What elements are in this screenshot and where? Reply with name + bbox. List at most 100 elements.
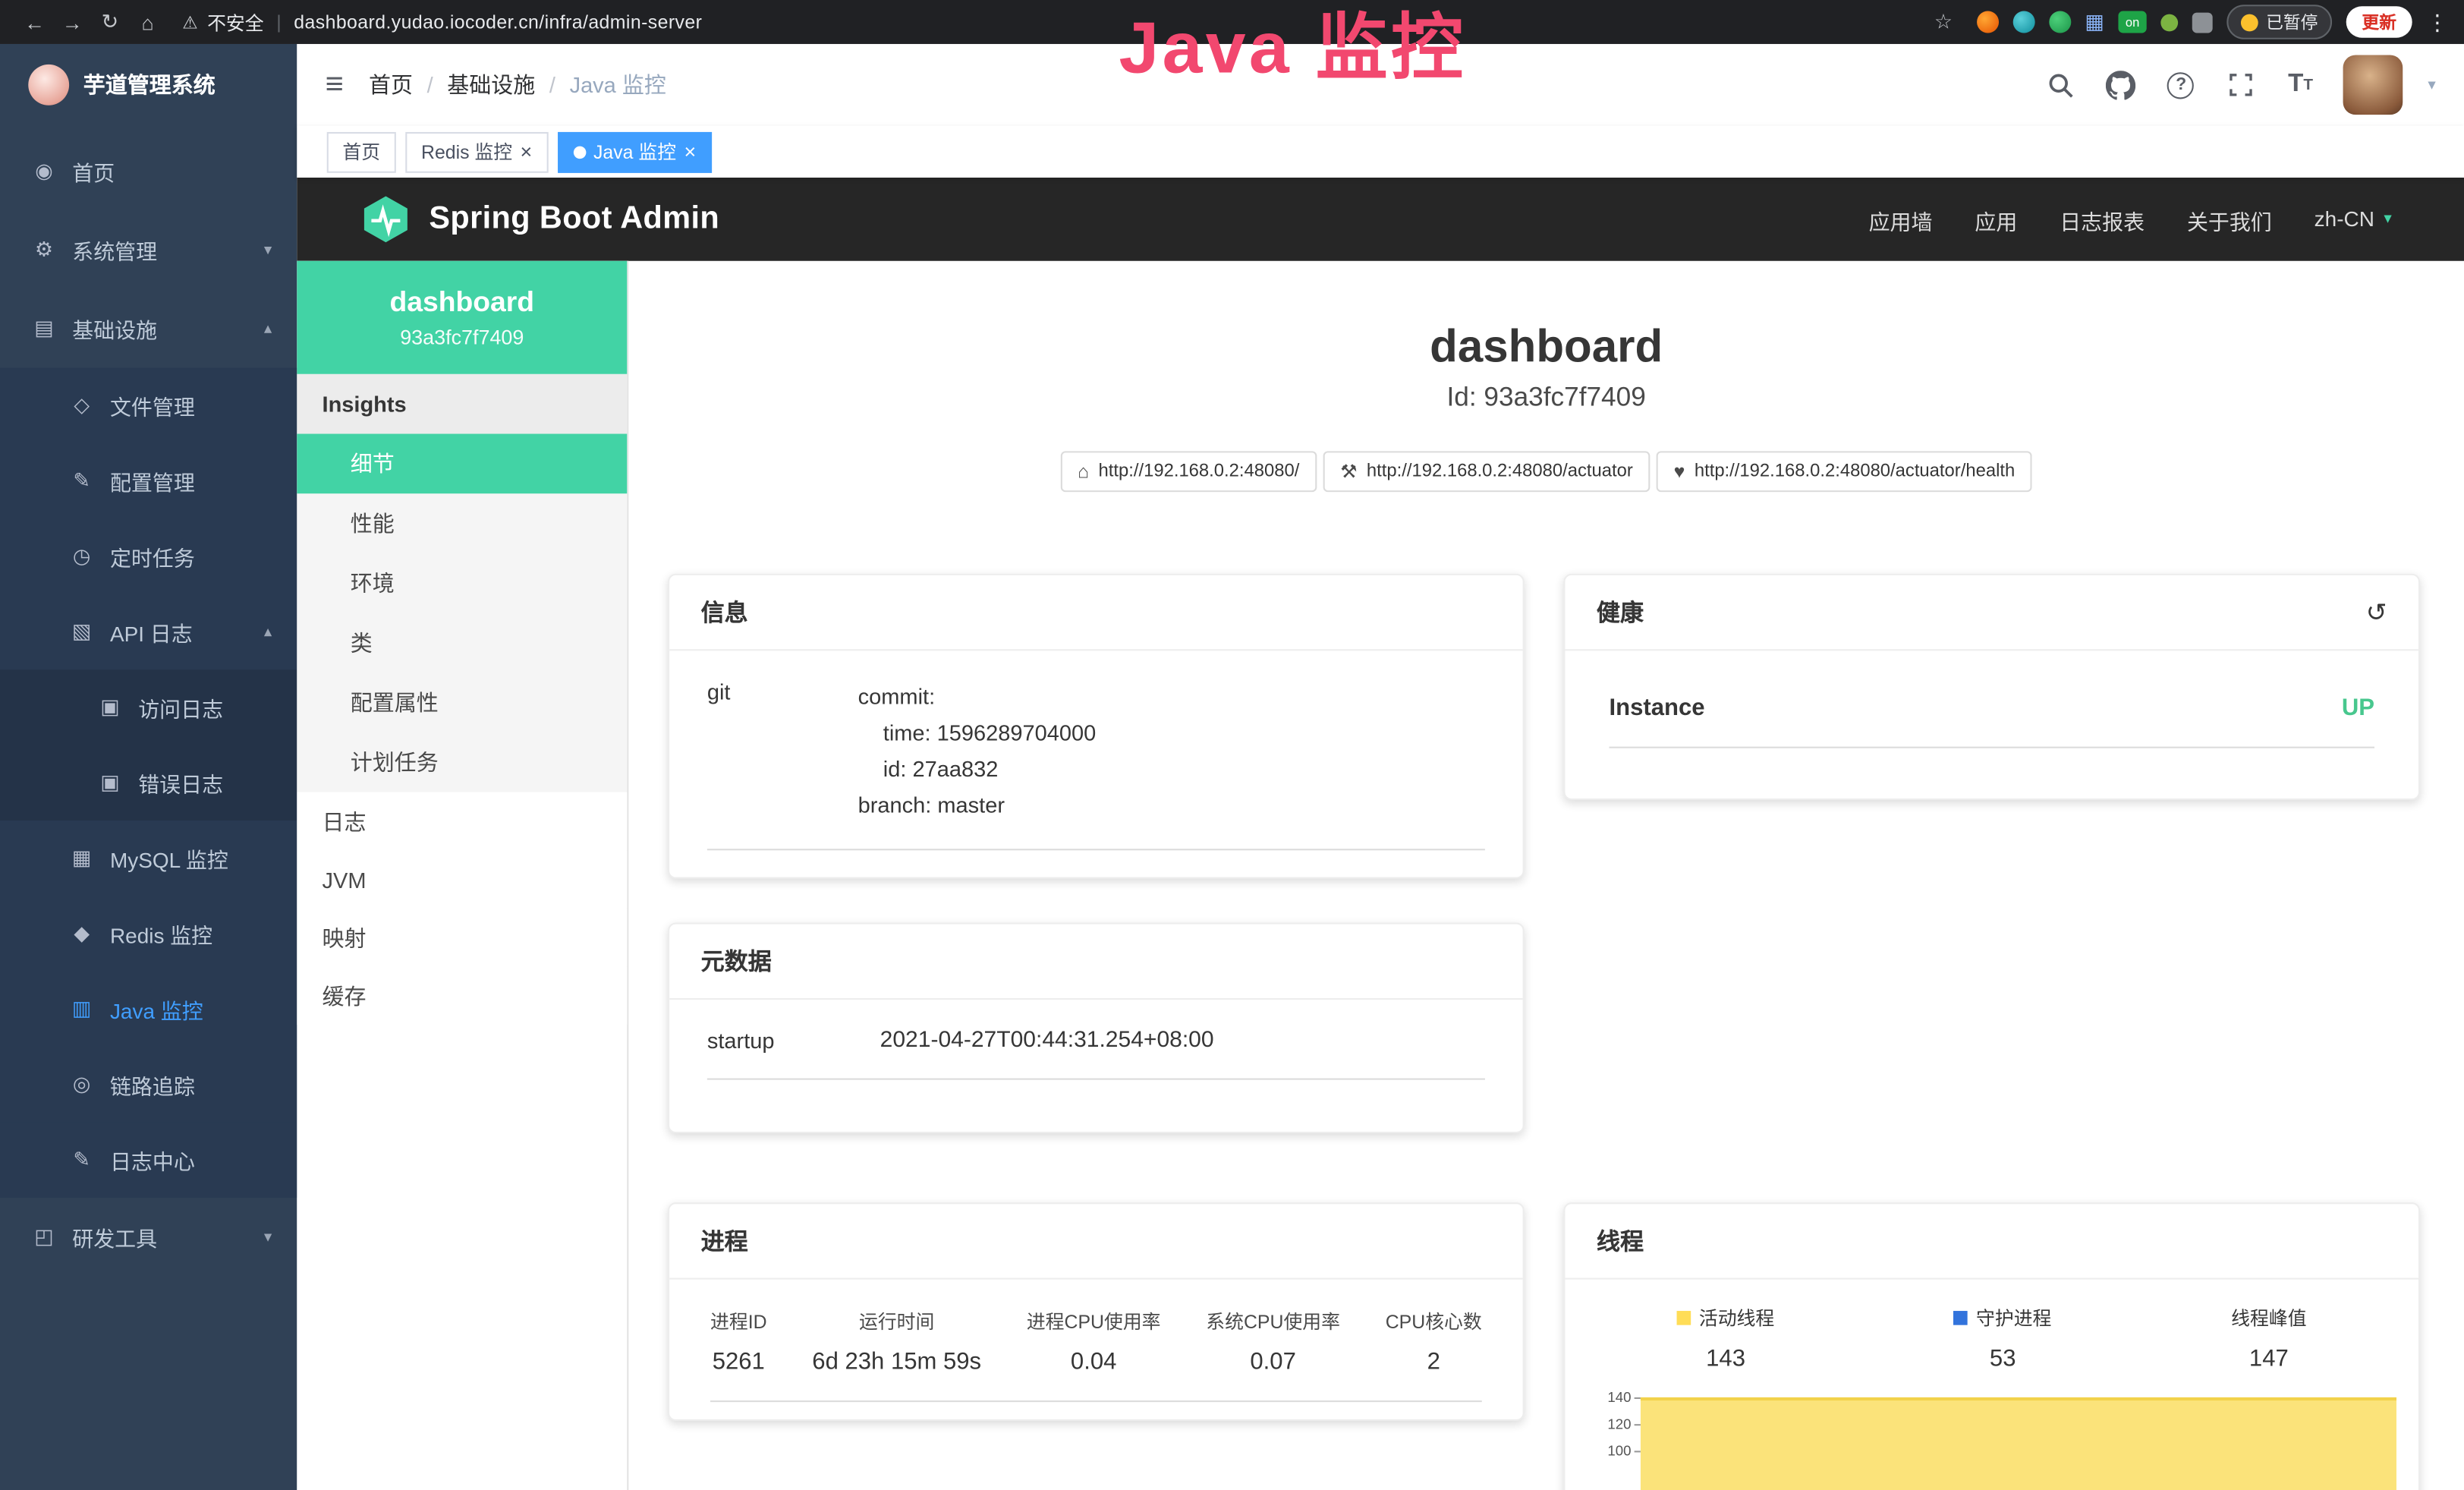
browser-chrome: ← → ↻ ⌂ ⚠ 不安全 | dashboard.yudao.iocoder.… — [0, 0, 2464, 44]
bookmark-star-icon[interactable]: ☆ — [1924, 9, 1962, 34]
sidebar-item-scheduled-jobs[interactable]: ◷ 定时任务 — [0, 518, 297, 594]
screenshot-stage: ← → ↻ ⌂ ⚠ 不安全 | dashboard.yudao.iocoder.… — [0, 0, 2464, 1490]
app-logo[interactable]: 芋道管理系统 — [0, 44, 297, 126]
health-url-link[interactable]: ♥ http://192.168.0.2:48080/actuator/heal… — [1657, 451, 2032, 492]
threads-card-header: 线程 — [1566, 1204, 2418, 1279]
document-icon: ▣ — [97, 695, 122, 720]
health-card: 健康 ↺ Instance UP — [1563, 574, 2420, 800]
search-icon[interactable] — [2044, 68, 2079, 102]
sidebar-item-access-logs[interactable]: ▣ 访问日志 — [0, 669, 297, 745]
security-label[interactable]: 不安全 — [207, 8, 264, 35]
cards-grid: 信息 git commit: time: 1596289704000 id: 2… — [628, 574, 2464, 1490]
sba-menu-caches[interactable]: 缓存 — [297, 967, 627, 1025]
address-bar[interactable]: ⚠ 不安全 | dashboard.yudao.iocoder.cn/infra… — [182, 8, 702, 35]
insecure-warning-icon: ⚠ — [182, 12, 197, 33]
sidebar-item-log-center[interactable]: ✎ 日志中心 — [0, 1123, 297, 1198]
edit-icon: ✎ — [69, 1148, 94, 1173]
chevron-up-icon: ▴ — [264, 623, 272, 641]
extension-icon[interactable] — [2049, 11, 2071, 33]
sba-menu-classes[interactable]: 类 — [297, 613, 627, 673]
sidebar-item-config-mgmt[interactable]: ✎ 配置管理 — [0, 443, 297, 518]
sba-menu-config-props[interactable]: 配置属性 — [297, 673, 627, 732]
sidebar-item-file-mgmt[interactable]: ◇ 文件管理 — [0, 368, 297, 443]
sba-main: dashboard Id: 93a3fc7f7409 ⌂ http://192.… — [628, 261, 2464, 1490]
status-badge: UP — [2342, 695, 2374, 721]
extension-on-badge[interactable]: on — [2118, 11, 2146, 33]
url-text[interactable]: dashboard.yudao.iocoder.cn/infra/admin-s… — [294, 11, 702, 33]
app-title: 芋道管理系统 — [83, 69, 216, 100]
page-title: dashboard — [628, 320, 2464, 373]
fullscreen-icon[interactable] — [2223, 68, 2258, 102]
info-value: commit: time: 1596289704000 id: 27aa832 … — [858, 679, 1097, 824]
extension-icon[interactable] — [2012, 11, 2034, 33]
sba-menu-details[interactable]: 细节 — [297, 434, 627, 494]
sidebar-menu: ◉ 首页 ⚙ 系统管理 ▾ ▤ 基础设施 ▴ ◇ 文件管理 ✎ 配置管理 — [0, 126, 297, 1277]
close-icon[interactable]: × — [520, 141, 532, 162]
breadcrumb-section[interactable]: 基础设施 — [447, 69, 535, 100]
sba-nav-about[interactable]: 关于我们 — [2187, 203, 2272, 235]
font-size-icon[interactable]: TT — [2283, 68, 2318, 102]
sidebar-item-error-logs[interactable]: ▣ 错误日志 — [0, 745, 297, 821]
instance-header[interactable]: dashboard 93a3fc7f7409 — [297, 261, 627, 374]
sba-menu-section-insights[interactable]: Insights — [297, 374, 627, 434]
browser-menu-icon[interactable]: ⋮ — [2426, 8, 2448, 35]
actuator-url-link[interactable]: ⚒ http://192.168.0.2:48080/actuator — [1323, 451, 1650, 492]
sba-menu-logs[interactable]: 日志 — [297, 792, 627, 851]
sba-nav-wallboard[interactable]: 应用墙 — [1869, 203, 1933, 235]
sba-menu-metrics[interactable]: 性能 — [297, 493, 627, 553]
tab-redis-monitor[interactable]: Redis 监控 × — [405, 131, 548, 172]
active-dot-icon — [573, 146, 586, 159]
sidebar-item-redis-monitor[interactable]: ◆ Redis 监控 — [0, 896, 297, 971]
sidebar-item-system[interactable]: ⚙ 系统管理 ▾ — [0, 210, 297, 289]
health-instance-row[interactable]: Instance UP — [1609, 666, 2374, 748]
history-icon[interactable]: ↺ — [2366, 597, 2387, 628]
sba-menu-environment[interactable]: 环境 — [297, 553, 627, 613]
navbar-actions: ? TT ▾ — [2044, 55, 2436, 115]
extension-icon[interactable] — [1976, 11, 1998, 33]
forward-icon[interactable]: → — [53, 10, 91, 33]
sidebar-item-api-logs[interactable]: ▧ API 日志 ▴ — [0, 594, 297, 669]
sba-menu-mappings[interactable]: 映射 — [297, 909, 627, 967]
sba-nav-journal[interactable]: 日志报表 — [2060, 203, 2145, 235]
threads-chart-yaxis: 140 120 100 — [1588, 1391, 1641, 1490]
reload-icon[interactable]: ↻ — [91, 9, 129, 34]
sidebar-item-home[interactable]: ◉ 首页 — [0, 132, 297, 211]
sba-brand[interactable]: Spring Boot Admin — [360, 194, 719, 245]
sidebar-item-dev-tools[interactable]: ◰ 研发工具 ▾ — [0, 1198, 297, 1277]
instance-id: 93a3fc7f7409 — [400, 326, 524, 349]
tab-home[interactable]: 首页 — [327, 131, 396, 172]
health-instance-label: Instance — [1609, 695, 1704, 721]
sidebar-item-infra[interactable]: ▤ 基础设施 ▴ — [0, 289, 297, 368]
sidebar-item-tracing[interactable]: ◎ 链路追踪 — [0, 1047, 297, 1122]
avatar-caret-icon[interactable]: ▾ — [2428, 76, 2435, 93]
threads-area-series — [1641, 1397, 2396, 1490]
sba-nav-applications[interactable]: 应用 — [1975, 203, 2017, 235]
chevron-down-icon: ▾ — [264, 241, 272, 259]
sidebar-item-mysql-monitor[interactable]: ▦ MySQL 监控 — [0, 821, 297, 896]
locale-selector[interactable]: zh-CN ▾ — [2315, 207, 2392, 231]
browser-home-icon[interactable]: ⌂ — [129, 10, 167, 33]
metadata-card-header: 元数据 — [669, 925, 1522, 1000]
close-icon[interactable]: × — [684, 141, 696, 162]
extension-icon[interactable] — [2160, 14, 2178, 31]
sba-insights-submenu: 细节 性能 环境 类 配置属性 计划任务 — [297, 434, 627, 792]
breadcrumb-home[interactable]: 首页 — [369, 69, 413, 100]
hamburger-icon[interactable]: ≡ — [326, 67, 344, 103]
help-icon[interactable]: ? — [2163, 68, 2198, 102]
service-url-link[interactable]: ⌂ http://192.168.0.2:48080/ — [1060, 451, 1317, 492]
smiley-icon — [2241, 14, 2258, 31]
browser-update-button[interactable]: 更新 — [2346, 6, 2412, 37]
user-avatar[interactable] — [2343, 55, 2403, 115]
paused-badge[interactable]: 已暂停 — [2226, 5, 2332, 39]
github-icon[interactable] — [2104, 68, 2139, 102]
tab-java-monitor[interactable]: Java 监控 × — [557, 131, 712, 172]
sba-menu-scheduled-tasks[interactable]: 计划任务 — [297, 732, 627, 792]
dashboard-icon: ◉ — [31, 159, 56, 184]
extensions-puzzle-icon[interactable] — [2192, 12, 2213, 33]
back-icon[interactable]: ← — [16, 10, 54, 33]
extension-grid-icon[interactable]: ▦ — [2085, 9, 2104, 34]
sidebar-item-java-monitor[interactable]: ▥ Java 监控 — [0, 972, 297, 1047]
sba-menu-jvm[interactable]: JVM — [297, 850, 627, 909]
threads-chart-plot — [1641, 1391, 2396, 1490]
main-column: ≡ 首页 / 基础设施 / Java 监控 ? — [297, 44, 2464, 1490]
